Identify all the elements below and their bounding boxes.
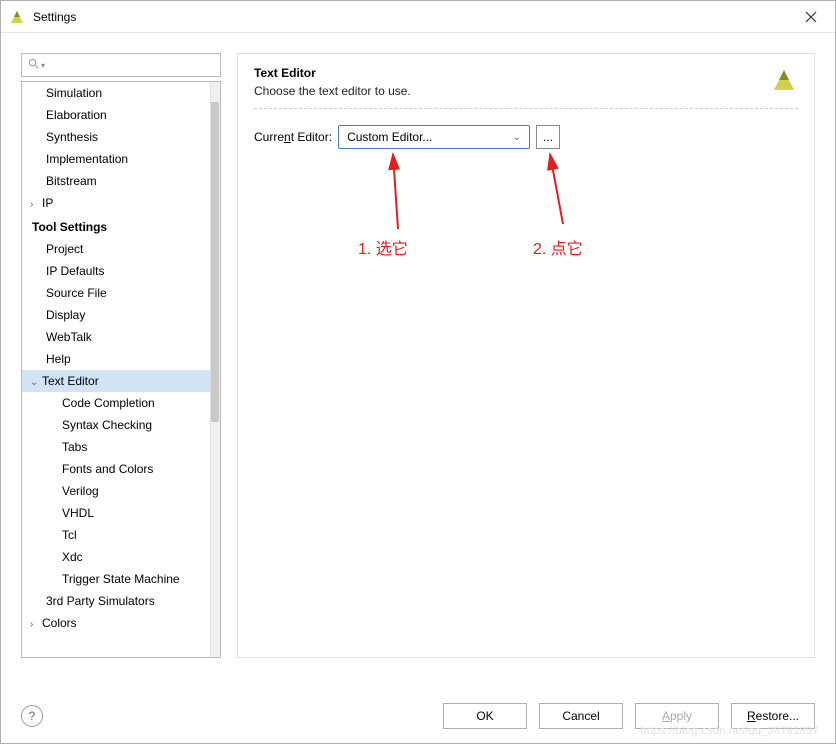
browse-button[interactable]: ... [536,125,560,149]
scrollbar-track[interactable] [210,82,220,657]
left-panel: ▾ Simulation Elaboration Synthesis Imple… [21,53,221,658]
chevron-down-icon: ⌄ [513,132,521,143]
tree-item-fonts-colors[interactable]: Fonts and Colors [22,458,210,480]
close-button[interactable] [795,11,827,23]
tree-item-source-file[interactable]: Source File [22,282,210,304]
tree-item-ip-defaults[interactable]: IP Defaults [22,260,210,282]
tree-item-colors[interactable]: ›Colors [22,612,210,634]
tree-item-elaboration[interactable]: Elaboration [22,104,210,126]
tree-item-implementation[interactable]: Implementation [22,148,210,170]
tree-item-project[interactable]: Project [22,238,210,260]
tree-item-xdc[interactable]: Xdc [22,546,210,568]
ok-button[interactable]: OK [443,703,527,729]
chevron-right-icon: › [30,199,42,210]
panel-title: Text Editor [254,66,411,80]
tree-item-tcl[interactable]: Tcl [22,524,210,546]
tree-item-help[interactable]: Help [22,348,210,370]
tree-item-webtalk[interactable]: WebTalk [22,326,210,348]
window-title: Settings [33,10,795,24]
current-editor-label: Current Editor: [254,130,332,144]
cancel-button[interactable]: Cancel [539,703,623,729]
chevron-right-icon: › [30,619,42,630]
tree-item-trigger-state-machine[interactable]: Trigger State Machine [22,568,210,590]
current-editor-select[interactable]: Custom Editor... ⌄ [338,125,530,149]
tree-item-simulation[interactable]: Simulation [22,82,210,104]
tree-header-tool-settings: Tool Settings [22,214,210,238]
tree-item-display[interactable]: Display [22,304,210,326]
tree-item-text-editor[interactable]: ⌄Text Editor [22,370,210,392]
annotation-2: 2. 点它 [533,240,583,258]
tree-item-tabs[interactable]: Tabs [22,436,210,458]
tree-item-synthesis[interactable]: Synthesis [22,126,210,148]
chevron-down-icon: ⌄ [30,377,42,388]
editor-field-row: Current Editor: Custom Editor... ⌄ ... [254,125,798,149]
vendor-logo-icon [770,66,798,94]
search-input[interactable]: ▾ [21,53,221,77]
scrollbar-thumb[interactable] [211,102,219,422]
tree-item-ip[interactable]: ›IP [22,192,210,214]
app-icon [9,9,25,25]
separator [254,108,798,109]
tree-item-3rd-party-simulators[interactable]: 3rd Party Simulators [22,590,210,612]
annotation-1: 1. 选它 [358,240,408,258]
watermark: https://blog.csdn.net/qq_38791897 [640,725,819,737]
tree-item-syntax-checking[interactable]: Syntax Checking [22,414,210,436]
tree-item-verilog[interactable]: Verilog [22,480,210,502]
tree-item-code-completion[interactable]: Code Completion [22,392,210,414]
settings-tree: Simulation Elaboration Synthesis Impleme… [22,82,220,634]
tree-item-bitstream[interactable]: Bitstream [22,170,210,192]
select-value: Custom Editor... [347,130,432,144]
content-panel: Text Editor Choose the text editor to us… [237,53,815,658]
search-dropdown-icon: ▾ [41,61,45,70]
dialog-body: ▾ Simulation Elaboration Synthesis Imple… [1,33,835,678]
tree-container: Simulation Elaboration Synthesis Impleme… [21,81,221,658]
help-button[interactable]: ? [21,705,43,727]
tree-item-vhdl[interactable]: VHDL [22,502,210,524]
title-bar: Settings [1,1,835,33]
search-icon [28,58,39,72]
content-header: Text Editor Choose the text editor to us… [254,66,798,98]
panel-subtitle: Choose the text editor to use. [254,84,411,98]
